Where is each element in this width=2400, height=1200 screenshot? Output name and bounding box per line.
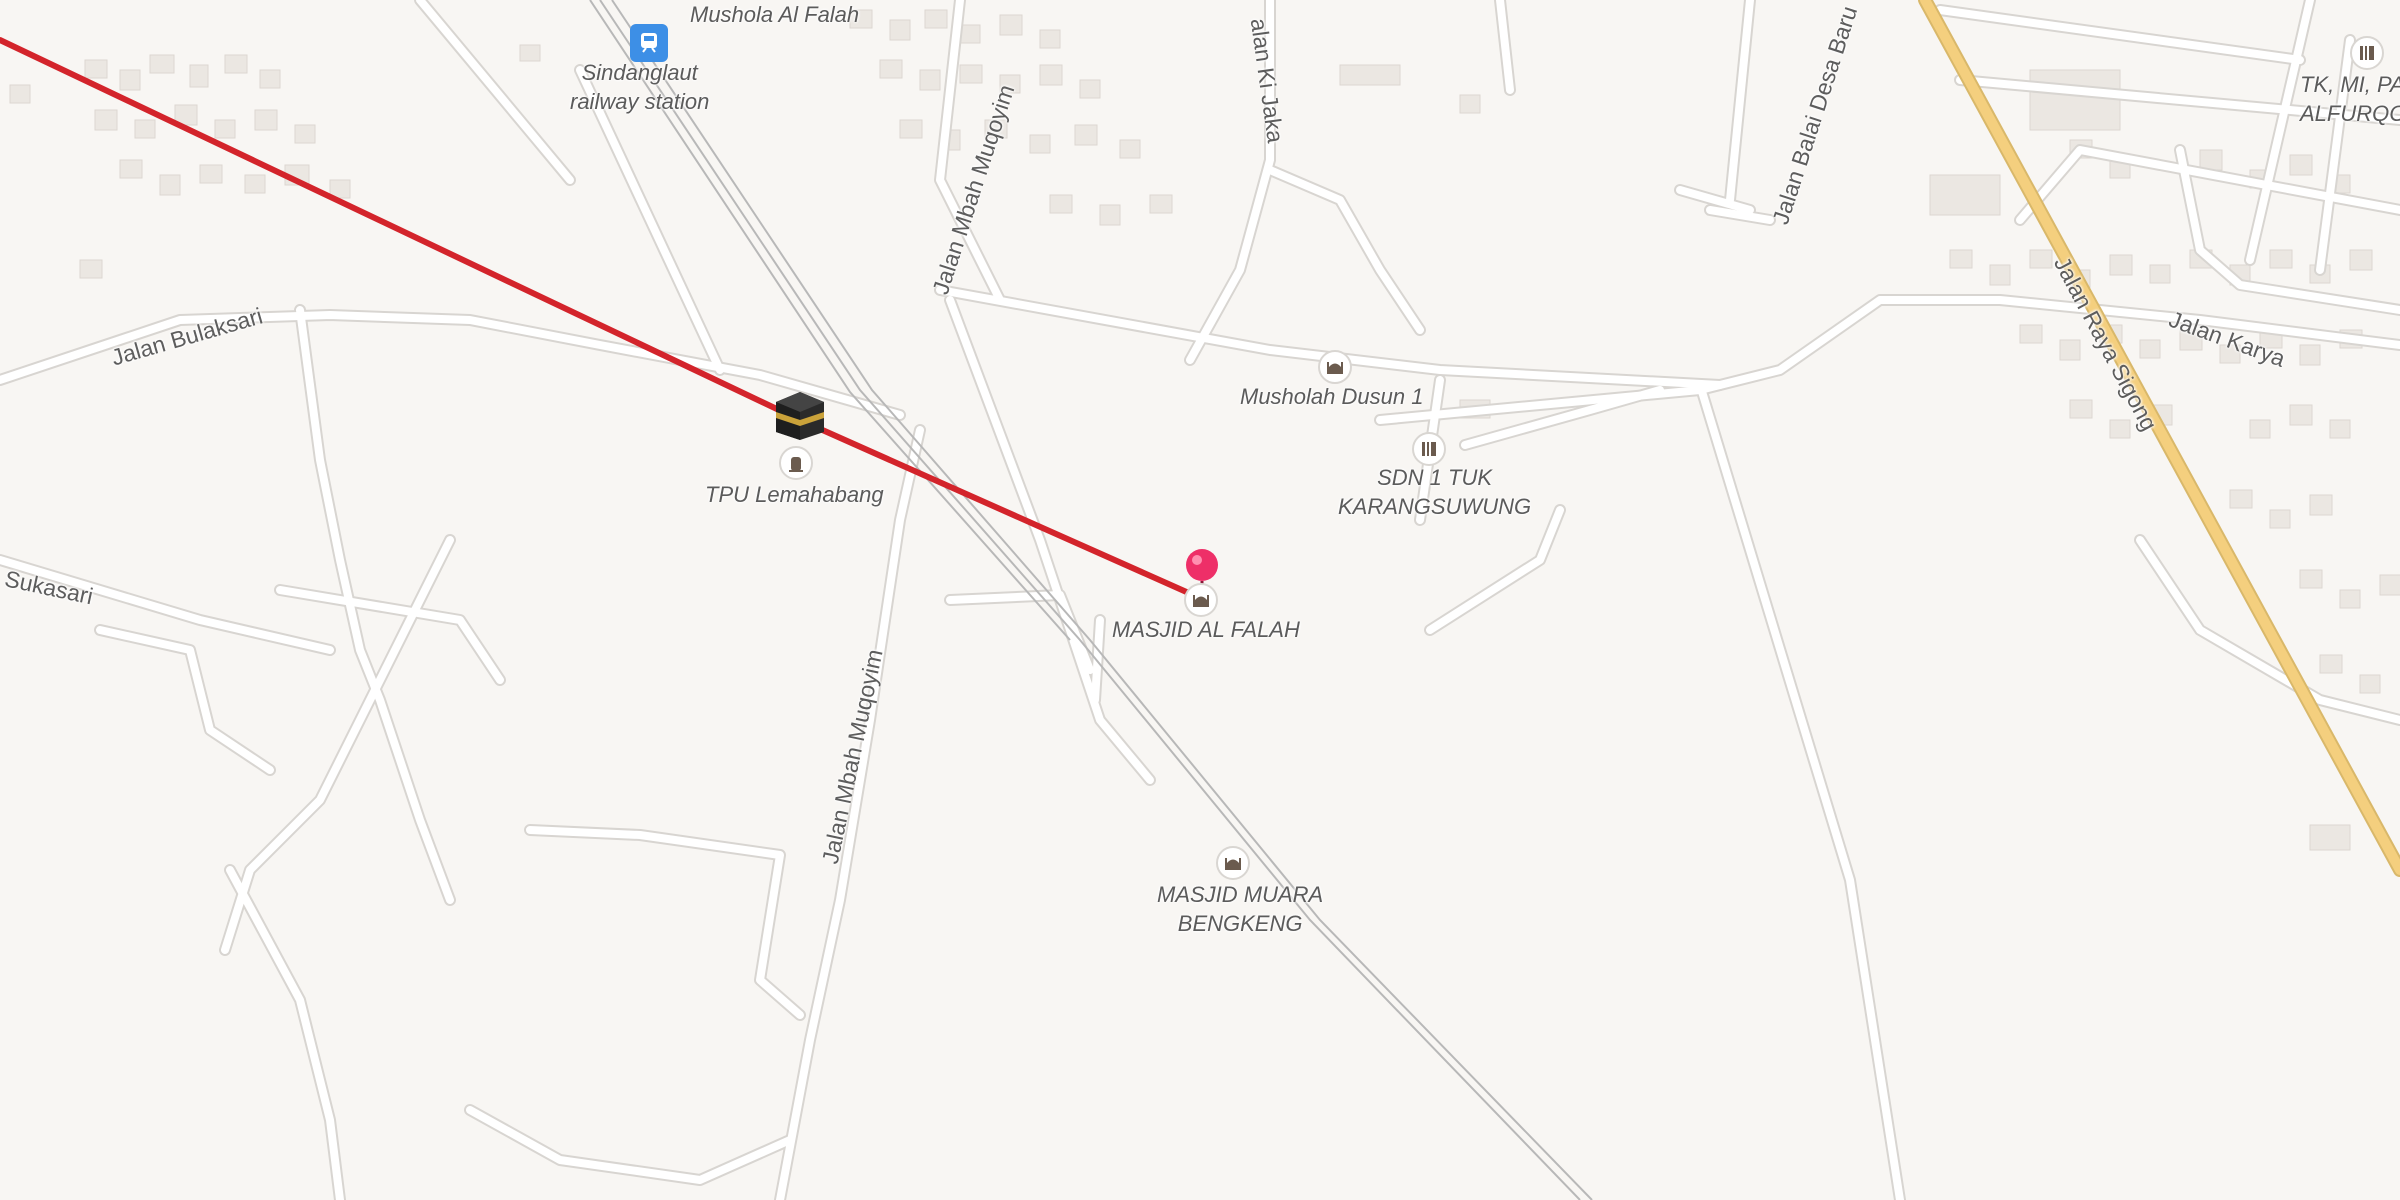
- poi-label-station: Sindanglaut railway station: [570, 58, 709, 116]
- mosque-icon[interactable]: [1216, 846, 1250, 880]
- poi-label-musholah-dusun: Musholah Dusun 1: [1240, 384, 1424, 409]
- sdn-line2: KARANGSUWUNG: [1338, 494, 1532, 519]
- buildings: [9, 9, 2400, 851]
- school-icon[interactable]: [1412, 432, 1446, 466]
- poi-label-masjid-al-falah: MASJID AL FALAH: [1112, 617, 1300, 642]
- masjid-muara-line1: MASJID MUARA: [1157, 882, 1324, 907]
- kaaba-icon[interactable]: [772, 388, 828, 442]
- poi-label-tpu: TPU Lemahabang: [705, 482, 884, 507]
- train-icon[interactable]: [630, 24, 668, 62]
- poi-label-tk: TK, MI, PA ALFURQO: [2300, 70, 2400, 128]
- sdn-line1: SDN 1 TUK: [1377, 465, 1493, 490]
- railway: [589, 0, 1593, 1200]
- school-icon[interactable]: [2350, 36, 2384, 70]
- mosque-icon[interactable]: [1318, 350, 1352, 384]
- station-name: Sindanglaut: [581, 60, 698, 85]
- map-canvas[interactable]: Mushola Al Falah Sindanglaut railway sta…: [0, 0, 2400, 1200]
- masjid-muara-line2: BENGKENG: [1177, 911, 1303, 936]
- poi-label-mushola-al-falah: Mushola Al Falah: [690, 2, 860, 27]
- tk-line1: TK, MI, PA: [2300, 72, 2400, 97]
- poi-label-sdn: SDN 1 TUK KARANGSUWUNG: [1338, 463, 1531, 521]
- station-type: railway station: [570, 89, 710, 114]
- major-road: [1918, 0, 2400, 877]
- tk-line2: ALFURQO: [2300, 101, 2400, 126]
- cemetery-icon[interactable]: [779, 446, 813, 480]
- poi-label-masjid-muara: MASJID MUARA BENGKENG: [1157, 880, 1323, 938]
- mosque-icon[interactable]: [1184, 583, 1218, 617]
